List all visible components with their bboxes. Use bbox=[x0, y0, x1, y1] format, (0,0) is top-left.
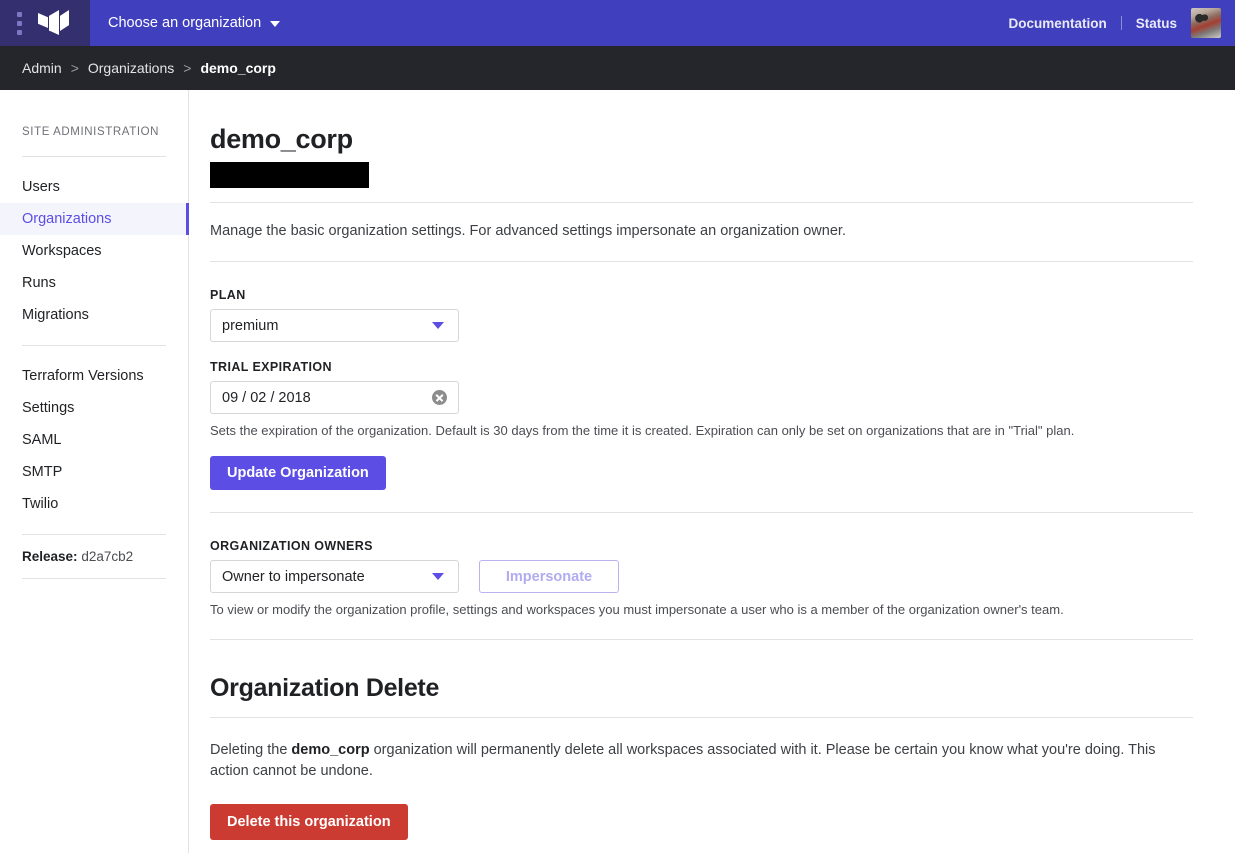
sidebar-item-twilio[interactable]: Twilio bbox=[0, 488, 188, 520]
plan-select[interactable]: premium bbox=[210, 309, 459, 342]
divider bbox=[210, 202, 1193, 203]
divider bbox=[210, 261, 1193, 262]
brand-block bbox=[0, 0, 90, 46]
owner-to-impersonate-select[interactable]: Owner to impersonate bbox=[210, 560, 459, 593]
kebab-menu-icon[interactable] bbox=[6, 0, 32, 46]
sidebar-item-smtp[interactable]: SMTP bbox=[0, 456, 188, 488]
sidebar-item-runs[interactable]: Runs bbox=[0, 267, 188, 299]
delete-text-before: Deleting the bbox=[210, 742, 292, 758]
sidebar-item-migrations[interactable]: Migrations bbox=[0, 299, 188, 331]
kebab-dot bbox=[16, 29, 22, 35]
terraform-logo-shape bbox=[38, 13, 48, 28]
delete-organization-button[interactable]: Delete this organization bbox=[210, 804, 408, 841]
organization-chooser[interactable]: Choose an organization bbox=[104, 9, 284, 37]
kebab-dot bbox=[16, 11, 22, 17]
terraform-logo[interactable] bbox=[38, 7, 69, 39]
sidebar-item-users[interactable]: Users bbox=[0, 171, 188, 203]
trial-expiration-value: 09 / 02 / 2018 bbox=[222, 389, 311, 406]
breadcrumb-item-current: demo_corp bbox=[200, 60, 276, 76]
terraform-logo-shape bbox=[60, 10, 69, 31]
status-link[interactable]: Status bbox=[1136, 16, 1177, 31]
documentation-link[interactable]: Documentation bbox=[1008, 16, 1106, 31]
organization-owners-group: ORGANIZATION OWNERS Owner to impersonate… bbox=[210, 539, 1193, 617]
divider bbox=[210, 717, 1193, 718]
divider bbox=[210, 639, 1193, 640]
lead-description: Manage the basic organization settings. … bbox=[210, 223, 846, 239]
organization-delete-section: Organization Delete Deleting the demo_co… bbox=[210, 674, 1193, 841]
breadcrumb-item-admin[interactable]: Admin bbox=[22, 60, 62, 76]
sidebar-group-primary: Users Organizations Workspaces Runs Migr… bbox=[0, 157, 189, 345]
owner-select-value: Owner to impersonate bbox=[222, 568, 365, 585]
sidebar: SITE ADMINISTRATION Users Organizations … bbox=[0, 90, 189, 853]
organization-chooser-label: Choose an organization bbox=[108, 15, 262, 31]
trial-expiration-input[interactable]: 09 / 02 / 2018 bbox=[210, 381, 459, 414]
plan-label: PLAN bbox=[210, 288, 246, 302]
chevron-down-icon bbox=[432, 573, 444, 580]
plan-field-group: PLAN premium bbox=[210, 288, 1193, 342]
sidebar-item-settings[interactable]: Settings bbox=[0, 392, 188, 424]
release-value: d2a7cb2 bbox=[81, 549, 134, 564]
page-title: demo_corp bbox=[210, 124, 353, 154]
update-organization-row: Update Organization bbox=[210, 456, 1193, 490]
sidebar-heading: SITE ADMINISTRATION bbox=[22, 126, 160, 138]
organization-owners-hint: To view or modify the organization profi… bbox=[210, 602, 1064, 617]
trial-expiration-hint: Sets the expiration of the organization.… bbox=[210, 423, 1075, 438]
delete-button-row: Delete this organization bbox=[210, 804, 1193, 841]
organization-delete-title: Organization Delete bbox=[210, 674, 440, 702]
plan-select-value: premium bbox=[222, 317, 279, 334]
release-label: Release: bbox=[22, 549, 78, 564]
top-navigation-bar: Choose an organization Documentation Sta… bbox=[0, 0, 1235, 46]
trial-expiration-label: TRIAL EXPIRATION bbox=[210, 360, 332, 374]
chevron-down-icon bbox=[432, 322, 444, 329]
redacted-bar bbox=[210, 162, 369, 188]
breadcrumb-separator: > bbox=[70, 60, 79, 76]
divider bbox=[210, 512, 1193, 513]
breadcrumb-item-organizations[interactable]: Organizations bbox=[88, 60, 174, 76]
owners-controls-row: Owner to impersonate Impersonate bbox=[210, 560, 1193, 593]
clear-circle-icon[interactable] bbox=[432, 390, 447, 405]
page-shell: SITE ADMINISTRATION Users Organizations … bbox=[0, 90, 1235, 853]
impersonate-button[interactable]: Impersonate bbox=[479, 560, 619, 593]
sidebar-item-terraform-versions[interactable]: Terraform Versions bbox=[0, 360, 188, 392]
top-navigation-right: Documentation Status bbox=[1008, 0, 1235, 46]
avatar[interactable] bbox=[1191, 8, 1221, 38]
main-content: demo_corp Manage the basic organization … bbox=[189, 90, 1235, 853]
breadcrumb-separator: > bbox=[183, 60, 192, 76]
release-info: Release: d2a7cb2 bbox=[0, 535, 188, 578]
organization-owners-label: ORGANIZATION OWNERS bbox=[210, 539, 373, 553]
divider bbox=[1120, 16, 1122, 30]
delete-org-name: demo_corp bbox=[291, 742, 370, 758]
organization-delete-description: Deleting the demo_corp organization will… bbox=[210, 740, 1170, 782]
breadcrumb: Admin > Organizations > demo_corp bbox=[0, 46, 1235, 90]
kebab-dot bbox=[16, 20, 22, 26]
main-inner: demo_corp Manage the basic organization … bbox=[210, 124, 1193, 841]
sidebar-item-organizations[interactable]: Organizations bbox=[0, 203, 189, 235]
sidebar-group-secondary: Terraform Versions Settings SAML SMTP Tw… bbox=[0, 346, 188, 534]
sidebar-item-workspaces[interactable]: Workspaces bbox=[0, 235, 188, 267]
sidebar-item-saml[interactable]: SAML bbox=[0, 424, 188, 456]
trial-expiration-field-group: TRIAL EXPIRATION 09 / 02 / 2018 Sets the… bbox=[210, 360, 1193, 438]
chevron-down-icon bbox=[270, 21, 281, 27]
update-organization-button[interactable]: Update Organization bbox=[210, 456, 386, 490]
divider bbox=[22, 578, 166, 579]
